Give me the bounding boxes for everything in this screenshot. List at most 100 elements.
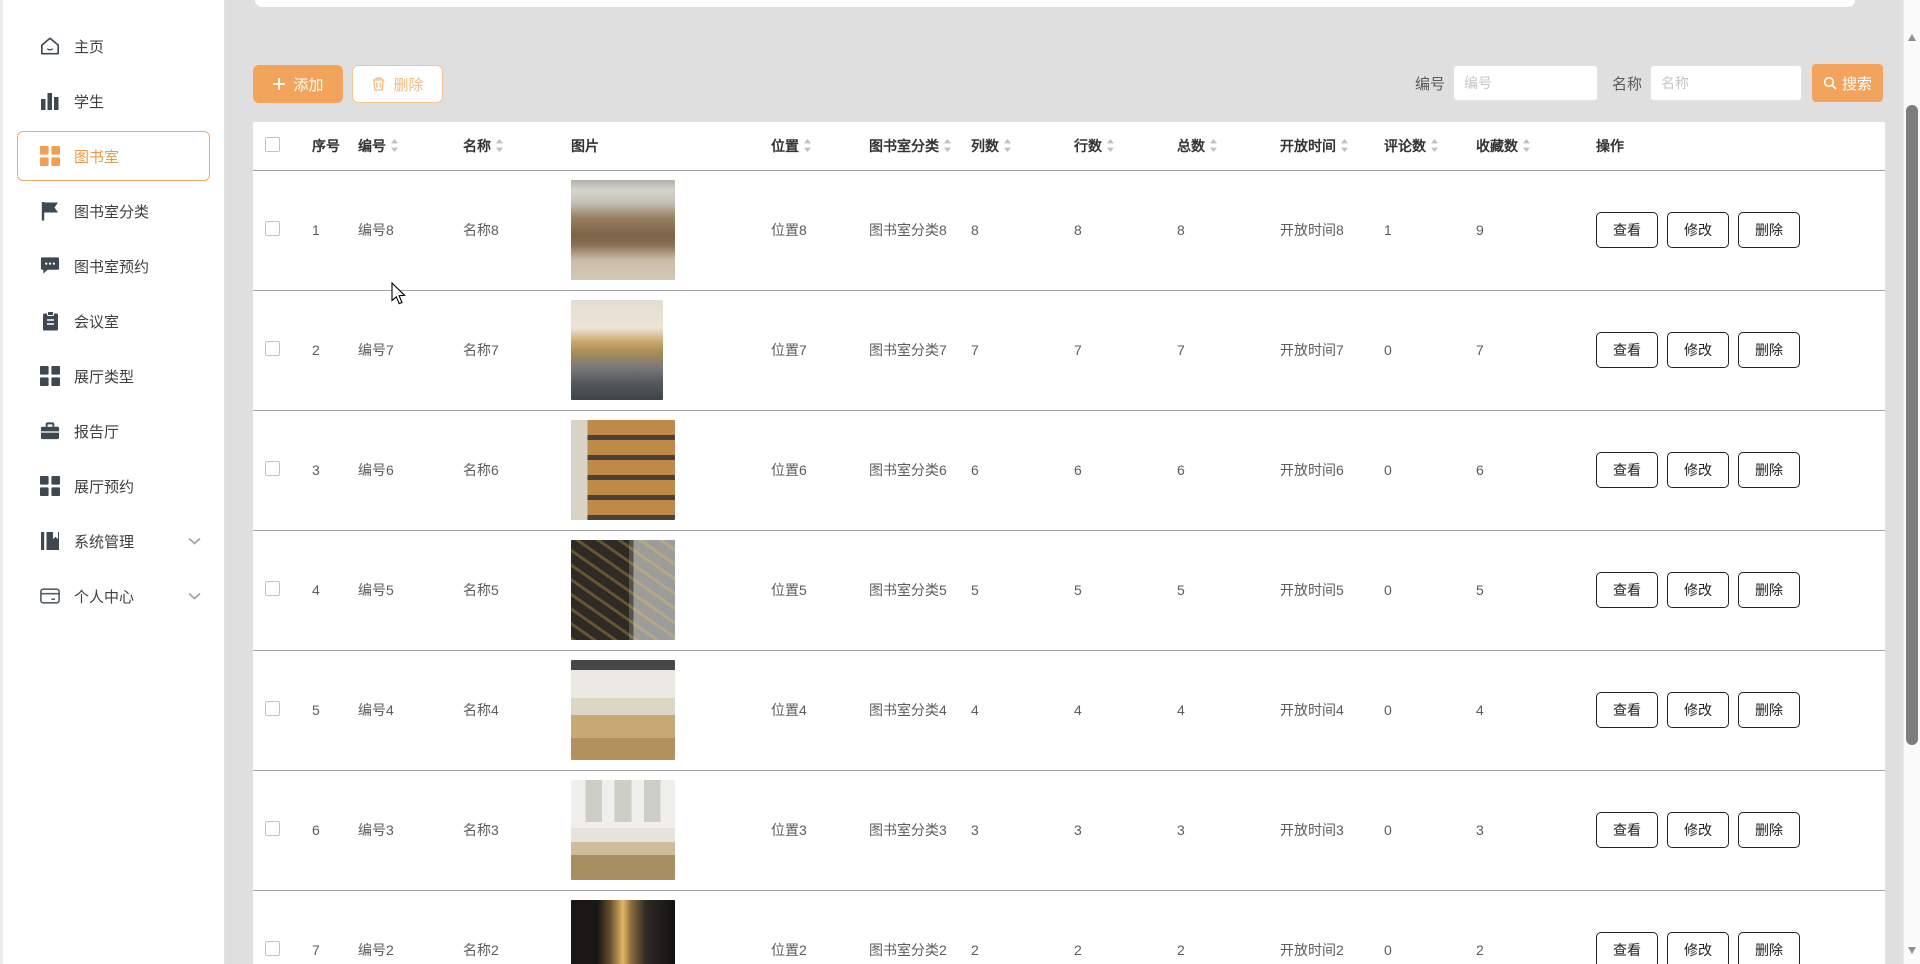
- view-button[interactable]: 查看: [1596, 572, 1658, 608]
- sort-icon[interactable]: [1106, 138, 1115, 153]
- sidebar-item-library-room[interactable]: 图书室: [17, 131, 210, 181]
- sidebar-item-label: 系统管理: [74, 531, 134, 552]
- sidebar-item-hall-reservation[interactable]: 展厅预约: [17, 461, 210, 511]
- sort-icon[interactable]: [803, 138, 812, 153]
- row-checkbox[interactable]: [265, 461, 280, 476]
- cell-idx: 5: [299, 650, 345, 770]
- row-checkbox[interactable]: [265, 221, 280, 236]
- search-button[interactable]: 搜索: [1812, 64, 1883, 102]
- cell-loc: 位置6: [758, 410, 856, 530]
- row-checkbox[interactable]: [265, 581, 280, 596]
- sidebar-item-lecture-hall[interactable]: 报告厅: [17, 406, 210, 456]
- column-header-12: 操作: [1583, 122, 1885, 170]
- cell-name: 名称5: [450, 530, 558, 650]
- sidebar: 主页学生图书室图书室分类图书室预约会议室展厅类型报告厅展厅预约系统管理个人中心: [0, 0, 225, 964]
- comment-icon: [40, 256, 60, 276]
- view-button[interactable]: 查看: [1596, 452, 1658, 488]
- cell-cat: 图书室分类3: [856, 770, 958, 890]
- sidebar-item-students[interactable]: 学生: [17, 76, 210, 126]
- delete-row-button[interactable]: 删除: [1738, 932, 1800, 964]
- view-button[interactable]: 查看: [1596, 212, 1658, 248]
- edit-button[interactable]: 修改: [1667, 932, 1729, 964]
- vertical-scrollbar[interactable]: [1903, 0, 1920, 964]
- cell-favs: 5: [1463, 530, 1583, 650]
- cell-rows: 5: [1061, 530, 1164, 650]
- cell-cat: 图书室分类2: [856, 890, 958, 964]
- cell-total: 4: [1164, 650, 1267, 770]
- column-header-7: 行数: [1061, 122, 1164, 170]
- edit-button[interactable]: 修改: [1667, 692, 1729, 728]
- view-button[interactable]: 查看: [1596, 812, 1658, 848]
- edit-button[interactable]: 修改: [1667, 452, 1729, 488]
- delete-row-button[interactable]: 删除: [1738, 572, 1800, 608]
- cell-favs: 6: [1463, 410, 1583, 530]
- sidebar-item-library-room-category[interactable]: 图书室分类: [17, 186, 210, 236]
- view-button[interactable]: 查看: [1596, 692, 1658, 728]
- sidebar-item-library-room-reservation[interactable]: 图书室预约: [17, 241, 210, 291]
- sidebar-item-hall-type[interactable]: 展厅类型: [17, 351, 210, 401]
- column-header-1: 编号: [345, 122, 450, 170]
- edit-button[interactable]: 修改: [1667, 572, 1729, 608]
- edit-button[interactable]: 修改: [1667, 332, 1729, 368]
- cell-code: 编号4: [345, 650, 450, 770]
- scrollbar-thumb[interactable]: [1906, 105, 1918, 745]
- cell-total: 6: [1164, 410, 1267, 530]
- cell-open: 开放时间3: [1267, 770, 1371, 890]
- sidebar-item-label: 图书室预约: [74, 256, 149, 277]
- table-row: 4编号5名称5位置5图书室分类5555开放时间505查看修改删除: [253, 530, 1885, 650]
- row-checkbox[interactable]: [265, 701, 280, 716]
- cell-name: 名称7: [450, 290, 558, 410]
- row-checkbox[interactable]: [265, 341, 280, 356]
- sidebar-item-system-management[interactable]: 系统管理: [17, 516, 210, 566]
- sort-icon[interactable]: [495, 138, 504, 153]
- chevron-down-icon[interactable]: [188, 537, 201, 545]
- cell-total: 5: [1164, 530, 1267, 650]
- sort-icon[interactable]: [1340, 138, 1349, 153]
- row-checkbox[interactable]: [265, 941, 280, 956]
- cell-loc: 位置2: [758, 890, 856, 964]
- cell-loc: 位置8: [758, 170, 856, 290]
- library-room-table: 序号编号名称图片位置图书室分类列数行数总数开放时间评论数收藏数操作 1编号8名称…: [253, 122, 1885, 964]
- cell-open: 开放时间7: [1267, 290, 1371, 410]
- add-button[interactable]: 添加: [253, 65, 343, 103]
- cell-code: 编号5: [345, 530, 450, 650]
- scrollbar-down-arrow[interactable]: [1908, 947, 1916, 954]
- scrollbar-up-arrow[interactable]: [1908, 34, 1916, 41]
- column-header-10: 评论数: [1371, 122, 1463, 170]
- cell-rows: 3: [1061, 770, 1164, 890]
- sort-icon[interactable]: [1430, 138, 1439, 153]
- cell-open: 开放时间6: [1267, 410, 1371, 530]
- cell-code: 编号2: [345, 890, 450, 964]
- row-checkbox[interactable]: [265, 821, 280, 836]
- delete-row-button[interactable]: 删除: [1738, 332, 1800, 368]
- edit-button[interactable]: 修改: [1667, 212, 1729, 248]
- table-row: 1编号8名称8位置8图书室分类8888开放时间819查看修改删除: [253, 170, 1885, 290]
- delete-row-button[interactable]: 删除: [1738, 812, 1800, 848]
- select-all-checkbox[interactable]: [265, 137, 280, 152]
- edit-button[interactable]: 修改: [1667, 812, 1729, 848]
- delete-row-button[interactable]: 删除: [1738, 692, 1800, 728]
- cell-loc: 位置7: [758, 290, 856, 410]
- sort-icon[interactable]: [1209, 138, 1218, 153]
- id-search-label: 编号: [1415, 73, 1445, 94]
- sidebar-item-label: 报告厅: [74, 421, 119, 442]
- cell-idx: 4: [299, 530, 345, 650]
- view-button[interactable]: 查看: [1596, 932, 1658, 964]
- delete-row-button[interactable]: 删除: [1738, 212, 1800, 248]
- sort-icon[interactable]: [1003, 138, 1012, 153]
- delete-row-button[interactable]: 删除: [1738, 452, 1800, 488]
- sort-icon[interactable]: [943, 138, 952, 153]
- chevron-down-icon[interactable]: [188, 592, 201, 600]
- sort-icon[interactable]: [390, 138, 399, 153]
- id-search-input[interactable]: [1453, 65, 1598, 101]
- actions-cell: 查看修改删除: [1583, 410, 1885, 530]
- sort-icon[interactable]: [1522, 138, 1531, 153]
- sidebar-item-meeting-room[interactable]: 会议室: [17, 296, 210, 346]
- view-button[interactable]: 查看: [1596, 332, 1658, 368]
- sidebar-item-personal-center[interactable]: 个人中心: [17, 571, 210, 621]
- sidebar-item-home[interactable]: 主页: [17, 21, 210, 71]
- cell-code: 编号8: [345, 170, 450, 290]
- name-search-input[interactable]: [1650, 65, 1802, 101]
- id-card-icon: [40, 586, 60, 606]
- delete-button[interactable]: 删除: [352, 65, 443, 103]
